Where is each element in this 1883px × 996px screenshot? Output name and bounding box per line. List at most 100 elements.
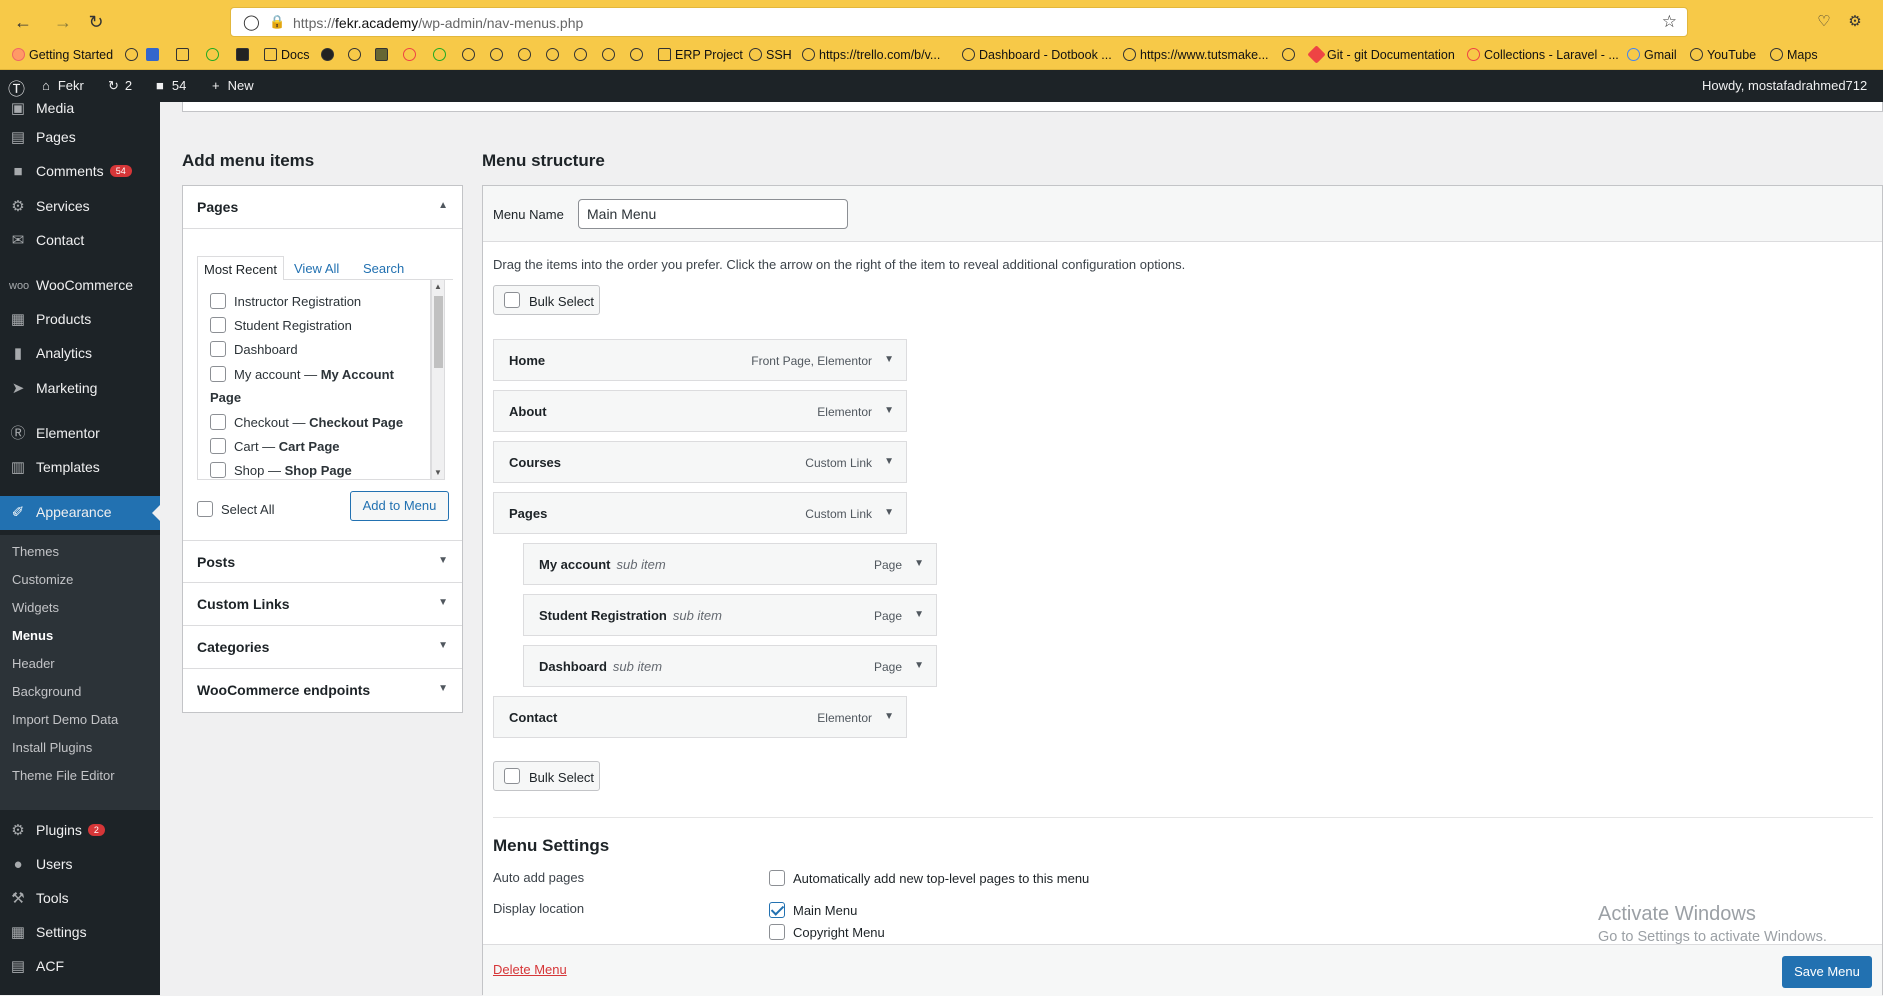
scroll-up-icon[interactable]: ▲ [434,282,442,291]
woocommerce-endpoints-section-header[interactable]: WooCommerce endpoints ▼ [183,669,462,712]
menu-item-about[interactable]: About Elementor ▼ [493,390,907,432]
site-name-link[interactable]: ⌂ Fekr [42,78,84,93]
page-option-my-account[interactable]: My account — My Account [210,366,394,382]
location-main-menu[interactable]: Main Menu [769,902,857,918]
posts-section-header[interactable]: Posts ▼ [183,540,462,583]
bookmark-globe-10[interactable] [1282,48,1299,62]
custom-links-section-header[interactable]: Custom Links ▼ [183,583,462,626]
checkbox[interactable] [210,438,226,454]
submenu-menus[interactable]: Menus [12,628,53,643]
bookmark-3[interactable] [236,48,253,62]
expand-arrow-icon[interactable]: ▼ [884,354,894,365]
auto-add-option[interactable]: Automatically add new top-level pages to… [769,870,1089,886]
bookmark-dotbook[interactable]: Dashboard - Dotbook ... [962,48,1112,62]
pocket-icon[interactable]: ♡ [1812,10,1836,34]
menu-item-dashboard[interactable]: Dashboard sub item Page ▼ [523,645,937,687]
submenu-themes[interactable]: Themes [12,544,59,559]
scroll-thumb[interactable] [434,296,443,368]
bookmark-globe-7[interactable] [574,48,591,62]
sidebar-item-pages[interactable]: ▤ Pages [0,121,160,155]
bookmark-maps[interactable]: Maps [1770,48,1818,62]
expand-arrow-icon[interactable]: ▼ [884,405,894,416]
expand-arrow-icon[interactable]: ▼ [884,507,894,518]
bookmark-github[interactable] [321,48,338,62]
tab-most-recent[interactable]: Most Recent [197,256,284,281]
bookmark-tutsmake[interactable]: https://www.tutsmake... [1123,48,1269,62]
bookmark-ssh[interactable]: SSH [749,48,792,62]
sidebar-item-analytics[interactable]: ▮ Analytics [0,337,160,371]
page-option-cart[interactable]: Cart — Cart Page [210,438,340,454]
expand-arrow-icon[interactable]: ▼ [914,558,924,569]
howdy-user-link[interactable]: Howdy, mostafadrahmed712 [1702,78,1867,93]
expand-arrow-icon[interactable]: ▼ [914,609,924,620]
bookmark-globe-2[interactable] [348,48,365,62]
page-option-dashboard[interactable]: Dashboard [210,341,298,357]
sidebar-item-services[interactable]: ⚙ Services [0,190,160,224]
bookmark-2[interactable] [206,48,223,62]
sidebar-item-contact[interactable]: ✉ Contact [0,224,160,258]
bookmark-1[interactable] [146,48,163,62]
page-option-checkout[interactable]: Checkout — Checkout Page [210,414,403,430]
bookmark-globe[interactable] [125,48,142,62]
sidebar-item-elementor[interactable]: Ⓡ Elementor [0,417,160,451]
bookmark-trello[interactable]: https://trello.com/b/v... [802,48,940,62]
checkbox[interactable] [210,366,226,382]
bulk-select-checkbox[interactable] [504,768,520,784]
bookmark-getting-started[interactable]: Getting Started [12,48,113,62]
categories-section-header[interactable]: Categories ▼ [183,626,462,669]
bookmark-erp-project[interactable]: ERP Project [658,48,743,62]
checkbox[interactable] [210,414,226,430]
submenu-customize[interactable]: Customize [12,572,73,587]
delete-menu-link[interactable]: Delete Menu [493,962,567,977]
submenu-background[interactable]: Background [12,684,81,699]
pages-section-header[interactable]: Pages ▲ [183,186,462,229]
sidebar-item-marketing[interactable]: ➤ Marketing [0,372,160,406]
select-all-checkbox[interactable] [197,501,213,517]
bookmark-globe-6[interactable] [546,48,563,62]
bulk-select-checkbox[interactable] [504,292,520,308]
sidebar-item-plugins[interactable]: ⚙ Plugins 2 [0,814,160,848]
submenu-widgets[interactable]: Widgets [12,600,59,615]
page-option-student-registration[interactable]: Student Registration [210,317,352,333]
comments-link[interactable]: ■ 54 [156,78,186,93]
bookmark-globe-3[interactable] [462,48,479,62]
scroll-down-icon[interactable]: ▼ [434,468,442,477]
page-option-instructor-registration[interactable]: Instructor Registration [210,293,361,309]
page-option-shop[interactable]: Shop — Shop Page [210,462,352,478]
extensions-icon[interactable]: ⚙ [1843,10,1867,34]
sidebar-item-users[interactable]: ● Users [0,848,160,882]
bookmark-globe-9[interactable] [630,48,647,62]
back-icon[interactable]: ← [11,10,35,34]
bookmark-4[interactable] [375,48,392,62]
tab-view-all[interactable]: View All [294,261,339,276]
bookmark-globe-4[interactable] [490,48,507,62]
select-all[interactable]: Select All [197,501,274,517]
expand-arrow-icon[interactable]: ▼ [884,711,894,722]
new-content-link[interactable]: + New [212,78,254,93]
menu-name-input[interactable] [578,199,848,229]
pages-scrollbar[interactable]: ▲ ▼ [431,280,445,480]
sidebar-item-woocommerce[interactable]: woo WooCommerce [0,269,160,303]
reload-icon[interactable]: ↻ [84,10,108,34]
main-menu-checkbox[interactable] [769,902,785,918]
bulk-select-top[interactable]: Bulk Select [493,285,600,315]
sidebar-item-appearance[interactable]: ✐ Appearance [0,496,160,530]
bookmark-w3[interactable] [176,48,193,62]
submenu-header[interactable]: Header [12,656,55,671]
menu-item-my-account[interactable]: My account sub item Page ▼ [523,543,937,585]
bulk-select-bottom[interactable]: Bulk Select [493,761,600,791]
auto-add-checkbox[interactable] [769,870,785,886]
save-menu-button[interactable]: Save Menu [1782,956,1872,988]
sidebar-item-templates[interactable]: ▥ Templates [0,451,160,485]
tab-search[interactable]: Search [363,261,404,276]
add-to-menu-button[interactable]: Add to Menu [350,491,449,521]
checkbox[interactable] [210,317,226,333]
sidebar-item-acf[interactable]: ▤ ACF [0,950,160,984]
bookmark-docs[interactable]: Docs [264,48,309,62]
sidebar-item-tools[interactable]: ⚒ Tools [0,882,160,916]
menu-item-student-registration[interactable]: Student Registration sub item Page ▼ [523,594,937,636]
bookmark-globe-5[interactable] [518,48,535,62]
forward-icon[interactable]: → [51,10,75,34]
bookmark-laravel-collections[interactable]: Collections - Laravel - ... [1467,48,1619,62]
bookmark-youtube[interactable]: YouTube [1690,48,1756,62]
